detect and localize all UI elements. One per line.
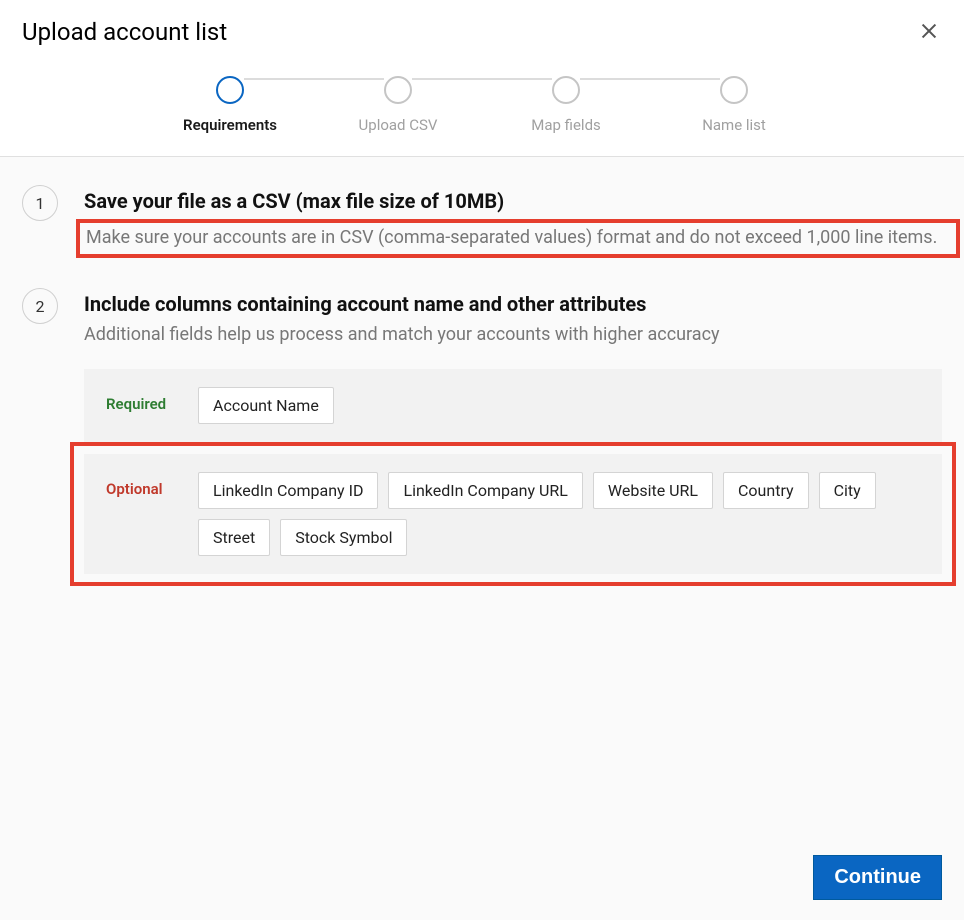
highlight-annotation: Make sure your accounts are in CSV (comm…	[76, 219, 960, 258]
step-connector	[580, 78, 720, 80]
step-circle-icon	[384, 76, 412, 104]
footer: Continue	[813, 855, 942, 900]
step-circle-icon	[552, 76, 580, 104]
required-fields-row: Required Account Name	[84, 369, 942, 442]
requirement-description: Make sure your accounts are in CSV (comm…	[86, 225, 950, 250]
step-connector	[244, 78, 384, 80]
optional-fields-row: Optional LinkedIn Company ID LinkedIn Co…	[84, 454, 942, 574]
step-label: Upload CSV	[359, 116, 438, 134]
optional-label: Optional	[106, 480, 190, 498]
modal-title: Upload account list	[22, 18, 227, 46]
chip-linkedin-company-url: LinkedIn Company URL	[388, 472, 582, 509]
content-area: 1 Save your file as a CSV (max file size…	[0, 157, 964, 644]
step-connector	[412, 78, 552, 80]
step-label: Name list	[702, 116, 766, 134]
chip-city: City	[819, 472, 876, 509]
close-icon	[918, 20, 940, 42]
chip-linkedin-company-id: LinkedIn Company ID	[198, 472, 378, 509]
requirement-1: 1 Save your file as a CSV (max file size…	[22, 185, 942, 258]
step-circle-icon	[720, 76, 748, 104]
chip-street: Street	[198, 519, 270, 556]
step-upload-csv[interactable]: Upload CSV	[384, 76, 412, 104]
chip-country: Country	[723, 472, 809, 509]
step-name-list[interactable]: Name list	[720, 76, 748, 104]
chip-stock-symbol: Stock Symbol	[280, 519, 407, 556]
required-label: Required	[106, 395, 190, 413]
step-label: Map fields	[531, 116, 601, 134]
step-requirements[interactable]: Requirements	[216, 76, 244, 104]
requirement-title: Save your file as a CSV (max file size o…	[84, 189, 942, 213]
step-label: Requirements	[183, 116, 277, 134]
modal-header: Upload account list Requirements Upload …	[0, 0, 964, 157]
requirement-2: 2 Include columns containing account nam…	[22, 288, 942, 586]
stepper: Requirements Upload CSV Map fields Name …	[22, 76, 942, 104]
highlight-annotation: Optional LinkedIn Company ID LinkedIn Co…	[70, 442, 956, 586]
chip-website-url: Website URL	[593, 472, 713, 509]
requirement-number: 2	[22, 288, 58, 324]
continue-button[interactable]: Continue	[813, 855, 942, 900]
requirement-title: Include columns containing account name …	[84, 292, 942, 316]
chip-account-name: Account Name	[198, 387, 334, 424]
step-map-fields[interactable]: Map fields	[552, 76, 580, 104]
close-button[interactable]	[916, 18, 942, 44]
requirement-number: 1	[22, 185, 58, 221]
requirement-description: Additional fields help us process and ma…	[84, 322, 942, 347]
step-circle-icon	[216, 76, 244, 104]
